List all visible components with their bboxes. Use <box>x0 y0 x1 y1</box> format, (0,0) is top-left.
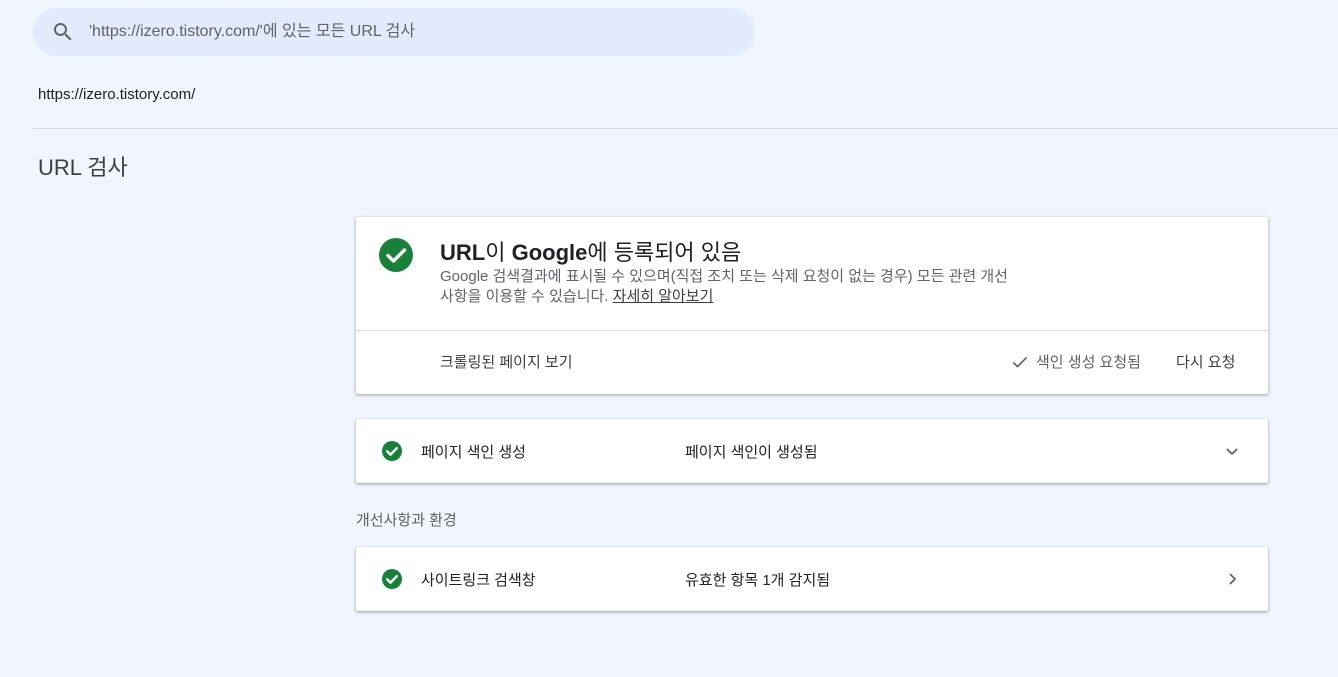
check-circle-icon <box>379 238 413 272</box>
sitelinks-searchbox-row[interactable]: 사이트링크 검색창 유효한 항목 1개 감지됨 <box>356 547 1268 611</box>
property-url: https://izero.tistory.com/ <box>38 86 196 103</box>
status-heading-particle: 이 <box>485 240 512 265</box>
indexing-requested-label: 색인 생성 요청됨 <box>1036 354 1141 371</box>
sitelinks-searchbox-label: 사이트링크 검색창 <box>421 572 536 589</box>
search-input[interactable] <box>89 8 729 56</box>
request-again-button[interactable]: 다시 요청 <box>1176 351 1235 372</box>
indexing-requested-status: 색인 생성 요청됨 <box>1010 351 1141 372</box>
check-circle-icon <box>382 441 402 461</box>
page-indexing-value: 페이지 색인이 생성됨 <box>685 444 818 461</box>
url-status-card: URL이 Google에 등록되어 있음 Google 검색결과에 표시될 수 … <box>356 217 1268 394</box>
status-heading-rest: 에 등록되어 있음 <box>587 240 742 265</box>
page-indexing-label: 페이지 색인 생성 <box>421 444 526 461</box>
check-circle-icon <box>382 569 402 589</box>
page-title: URL 검사 <box>38 155 128 180</box>
card-divider <box>356 330 1268 331</box>
search-bar[interactable] <box>33 8 755 56</box>
search-icon[interactable] <box>51 20 75 44</box>
status-heading: URL이 Google에 등록되어 있음 <box>440 235 741 267</box>
status-heading-google: Google <box>511 240 588 265</box>
header-divider <box>33 128 1338 129</box>
status-description-text: Google 검색결과에 표시될 수 있으며(직접 조치 또는 삭제 요청이 없… <box>440 268 1008 305</box>
page-indexing-row[interactable]: 페이지 색인 생성 페이지 색인이 생성됨 <box>356 419 1268 483</box>
status-heading-url: URL <box>440 240 486 265</box>
learn-more-link[interactable]: 자세히 알아보기 <box>613 288 714 305</box>
chevron-down-icon[interactable] <box>1220 439 1244 463</box>
check-icon <box>1012 356 1028 368</box>
enhancements-section-label: 개선사항과 환경 <box>356 512 457 529</box>
view-crawled-page-button[interactable]: 크롤링된 페이지 보기 <box>440 351 573 372</box>
status-description: Google 검색결과에 표시될 수 있으며(직접 조치 또는 삭제 요청이 없… <box>440 267 1020 307</box>
sitelinks-searchbox-value: 유효한 항목 1개 감지됨 <box>685 572 831 589</box>
chevron-right-icon[interactable] <box>1220 567 1244 591</box>
